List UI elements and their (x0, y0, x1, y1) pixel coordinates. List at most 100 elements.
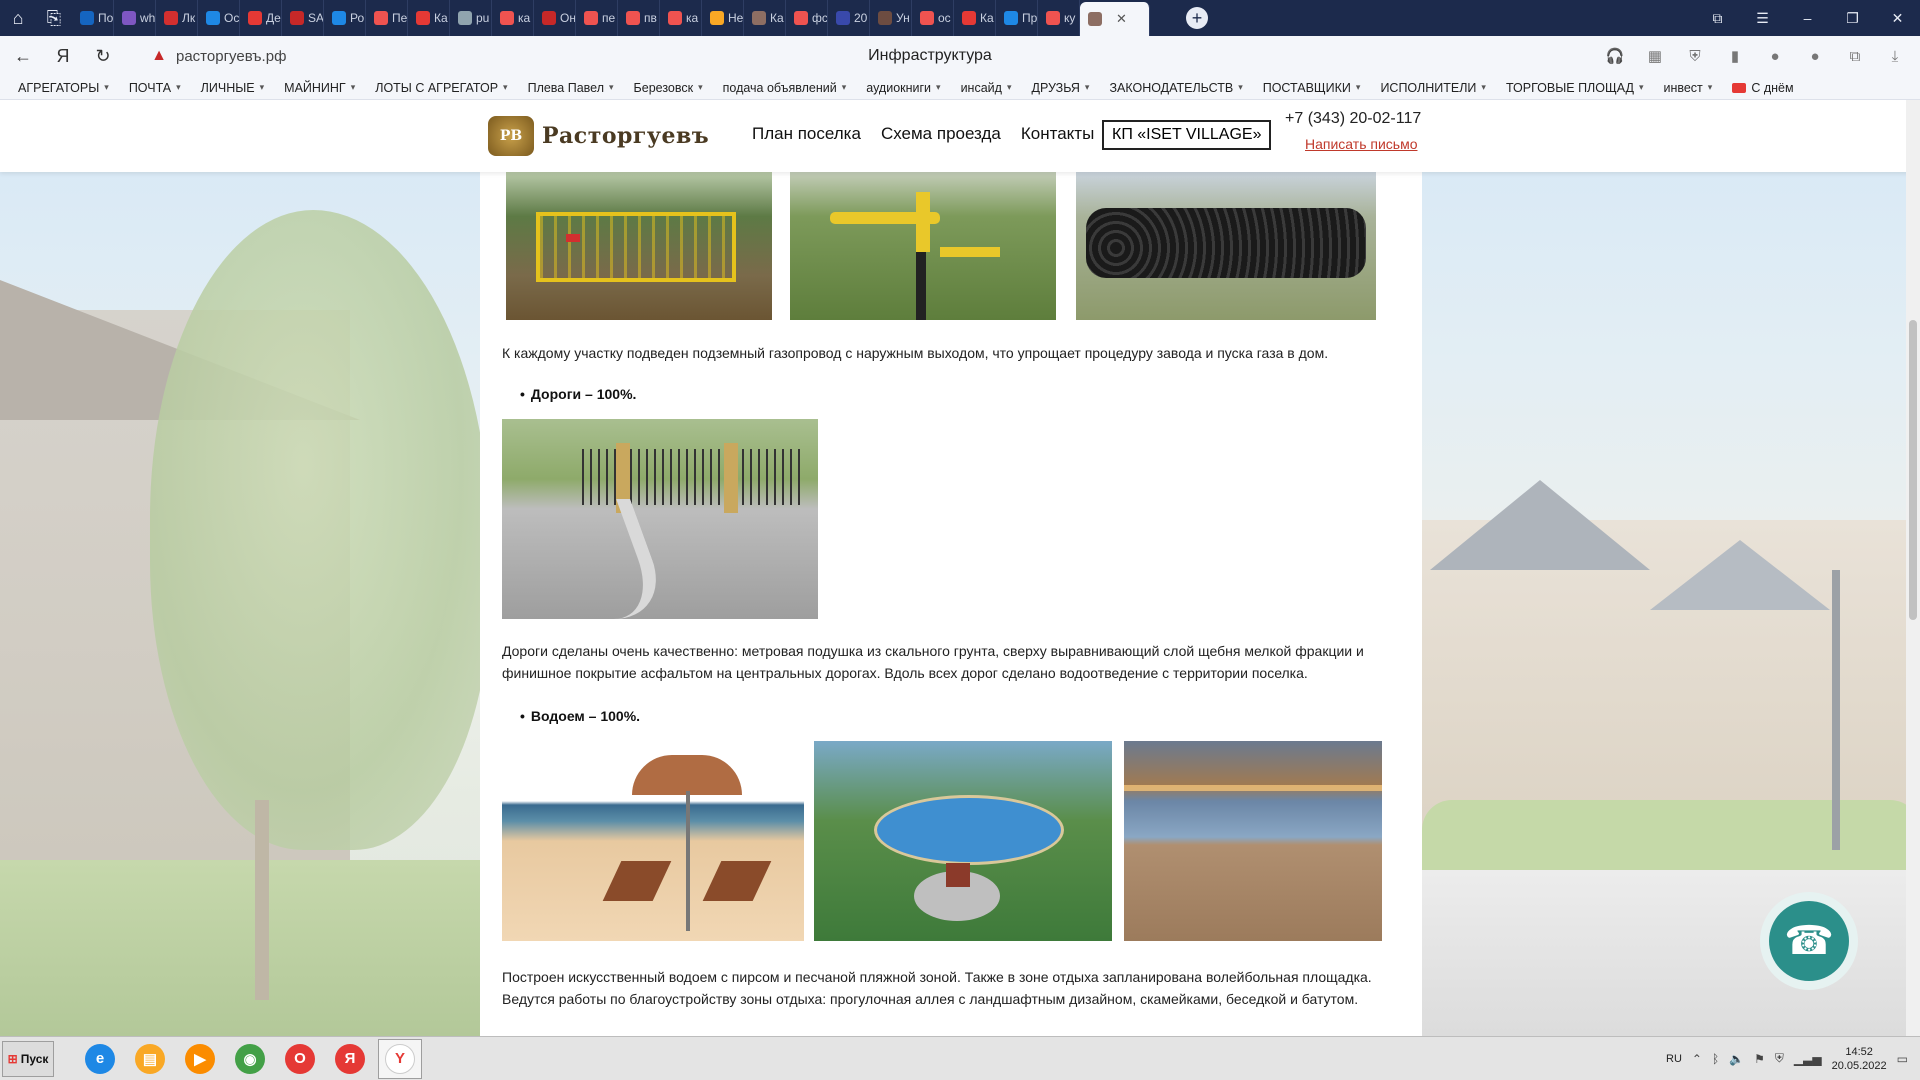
call-button[interactable]: ☎ (1760, 892, 1858, 990)
folder-taskbar-button[interactable]: ▤ (128, 1039, 172, 1079)
show-desktop-icon[interactable]: ▭ (1897, 1052, 1908, 1066)
back-button[interactable]: ← (6, 39, 40, 73)
clock[interactable]: 14:52 20.05.2022 (1832, 1045, 1887, 1073)
start-button[interactable]: ⊞ Пуск (2, 1040, 54, 1077)
protect-icon[interactable]: ⛨ (1680, 41, 1710, 71)
url-field[interactable]: расторгуевъ.рф (176, 48, 286, 65)
volume-icon[interactable]: 🔈 (1729, 1052, 1744, 1066)
reader-icon[interactable]: ▦ (1640, 41, 1670, 71)
bookmark-folder[interactable]: ПОЧТА ▾ (129, 81, 181, 95)
bookmark-folder[interactable]: МАЙНИНГ ▾ (284, 81, 355, 95)
warning-icon[interactable]: ▲ (148, 45, 170, 67)
chevron-down-icon: ▾ (609, 82, 614, 92)
opera-icon: O (285, 1043, 315, 1074)
network-icon[interactable]: ▁▃▅ (1794, 1052, 1822, 1066)
browser-tab-active[interactable]: ✕ (1080, 2, 1150, 36)
yandex-icon (584, 11, 598, 25)
bookmark-folder[interactable]: ТОРГОВЫЕ ПЛОЩАД ▾ (1506, 81, 1644, 95)
chevron-down-icon: ▾ (841, 82, 847, 92)
extension-icon[interactable]: ● (1760, 41, 1790, 71)
ie-taskbar-button[interactable]: e (78, 1039, 122, 1079)
media-taskbar-button[interactable]: ▶ (178, 1039, 222, 1079)
browser-tab[interactable]: Он (534, 0, 576, 36)
new-tab-button[interactable]: + (1180, 0, 1214, 36)
bookmark-folder[interactable]: аудиокниги ▾ (866, 81, 940, 95)
restore-button[interactable]: ❐ (1830, 0, 1875, 36)
browser-tab[interactable]: Ка (744, 0, 786, 36)
yandex-browser-icon: Y (385, 1043, 415, 1074)
tray-expand-icon[interactable]: ⌃ (1692, 1052, 1702, 1066)
browser-tab[interactable]: Не (702, 0, 744, 36)
bookmark-label: Березовск (633, 80, 694, 95)
browser-tab[interactable]: Пе (366, 0, 408, 36)
bookmark-folder[interactable]: ПОСТАВЩИКИ ▾ (1263, 81, 1361, 95)
bookmark-youtube[interactable]: С днём (1732, 80, 1794, 95)
language-indicator[interactable]: RU (1666, 1053, 1682, 1065)
close-tab-icon[interactable]: ✕ (1116, 11, 1127, 27)
browser-tab[interactable]: ка (660, 0, 702, 36)
browser-tab[interactable]: ос (912, 0, 954, 36)
browser-tab[interactable]: pu (450, 0, 492, 36)
extension2-icon[interactable]: ● (1800, 41, 1830, 71)
bookmarks-panel-icon[interactable]: ⧉ (1695, 0, 1740, 36)
downloads-icon[interactable]: ⤓ (1880, 41, 1910, 71)
kp-iset-village-button[interactable]: КП «ISET VILLAGE» (1102, 120, 1272, 150)
bookmark-folder[interactable]: АГРЕГАТОРЫ ▾ (18, 81, 109, 95)
bluetooth-icon[interactable]: ᛒ (1712, 1052, 1719, 1066)
yandex-browser-taskbar-button[interactable]: Y (378, 1038, 422, 1079)
nav-contacts[interactable]: Контакты (1021, 124, 1094, 144)
menu-icon[interactable]: ☰ (1740, 0, 1785, 36)
browser-tab[interactable]: Ка (408, 0, 450, 36)
phone-number[interactable]: +7 (343) 20-02-117 (1285, 110, 1421, 128)
browser-tab[interactable]: Пр (996, 0, 1038, 36)
bookmark-label: С днём (1751, 80, 1794, 95)
collections-icon[interactable]: ⧉ (1840, 41, 1870, 71)
reload-button[interactable]: ↻ (86, 39, 120, 73)
minimize-button[interactable]: – (1785, 0, 1830, 36)
browser-tab[interactable]: Ка (954, 0, 996, 36)
chrome-taskbar-button[interactable]: ◉ (228, 1039, 272, 1079)
bookmark-folder[interactable]: ЛОТЫ С АГРЕГАТОР ▾ (375, 81, 507, 95)
write-letter-link[interactable]: Написать письмо (1305, 136, 1417, 152)
bookmark-folder[interactable]: Плева Павел ▾ (528, 81, 614, 95)
yandex-home-button[interactable]: Я (46, 39, 80, 73)
bookmark-folder[interactable]: ДРУЗЬЯ ▾ (1031, 81, 1089, 95)
browser-tab[interactable]: Ос (198, 0, 240, 36)
bookmark-folder[interactable]: инсайд ▾ (961, 81, 1012, 95)
page-scrollbar[interactable] (1906, 100, 1920, 1036)
bookmark-folder[interactable]: Березовск ▾ (634, 81, 703, 95)
browser-tab[interactable]: SA (282, 0, 324, 36)
bookmark-folder[interactable]: ИСПОЛНИТЕЛИ ▾ (1380, 81, 1486, 95)
browser-tab[interactable]: ку (1038, 0, 1080, 36)
bookmark-folder[interactable]: инвест ▾ (1663, 81, 1712, 95)
browser-tab[interactable]: пе (576, 0, 618, 36)
site-logo[interactable]: РВ Расторгуевъ (488, 116, 709, 156)
tab-manager-icon[interactable]: ⌂ (0, 0, 36, 36)
nav-plan[interactable]: План поселка (752, 124, 861, 144)
browser-tab[interactable]: фс (786, 0, 828, 36)
flag-icon[interactable]: ⚑ (1754, 1052, 1765, 1066)
bookmark-folder[interactable]: ЛИЧНЫЕ ▾ (201, 81, 264, 95)
close-window-button[interactable]: ✕ (1875, 0, 1920, 36)
antivirus-icon[interactable]: ⛨ (1775, 1051, 1784, 1066)
bookmark-icon[interactable]: ▮ (1720, 41, 1750, 71)
chevron-down-icon: ▾ (350, 82, 356, 92)
browser-tab[interactable]: По (72, 0, 114, 36)
bookmark-folder[interactable]: ЗАКОНОДАТЕЛЬСТВ ▾ (1109, 81, 1242, 95)
browser-tab[interactable]: Ро (324, 0, 366, 36)
browser-tab[interactable]: Лк (156, 0, 198, 36)
browser-tab[interactable]: wh (114, 0, 156, 36)
browser-tab[interactable]: ка (492, 0, 534, 36)
browser-tab[interactable]: Ун (870, 0, 912, 36)
browser-tab[interactable]: пв (618, 0, 660, 36)
browser-tab[interactable]: 20 (828, 0, 870, 36)
opera-taskbar-button[interactable]: O (278, 1039, 322, 1079)
tab-collections-icon[interactable]: ⎘ (36, 0, 72, 36)
scrollbar-thumb[interactable] (1909, 320, 1917, 620)
photo-gas-outlet (790, 172, 1056, 320)
bookmark-folder[interactable]: подача объявлений ▾ (723, 81, 847, 95)
yandex-taskbar-button[interactable]: Я (328, 1039, 372, 1079)
headphones-icon[interactable]: 🎧 (1600, 41, 1630, 71)
nav-route[interactable]: Схема проезда (881, 124, 1001, 144)
browser-tab[interactable]: Де (240, 0, 282, 36)
